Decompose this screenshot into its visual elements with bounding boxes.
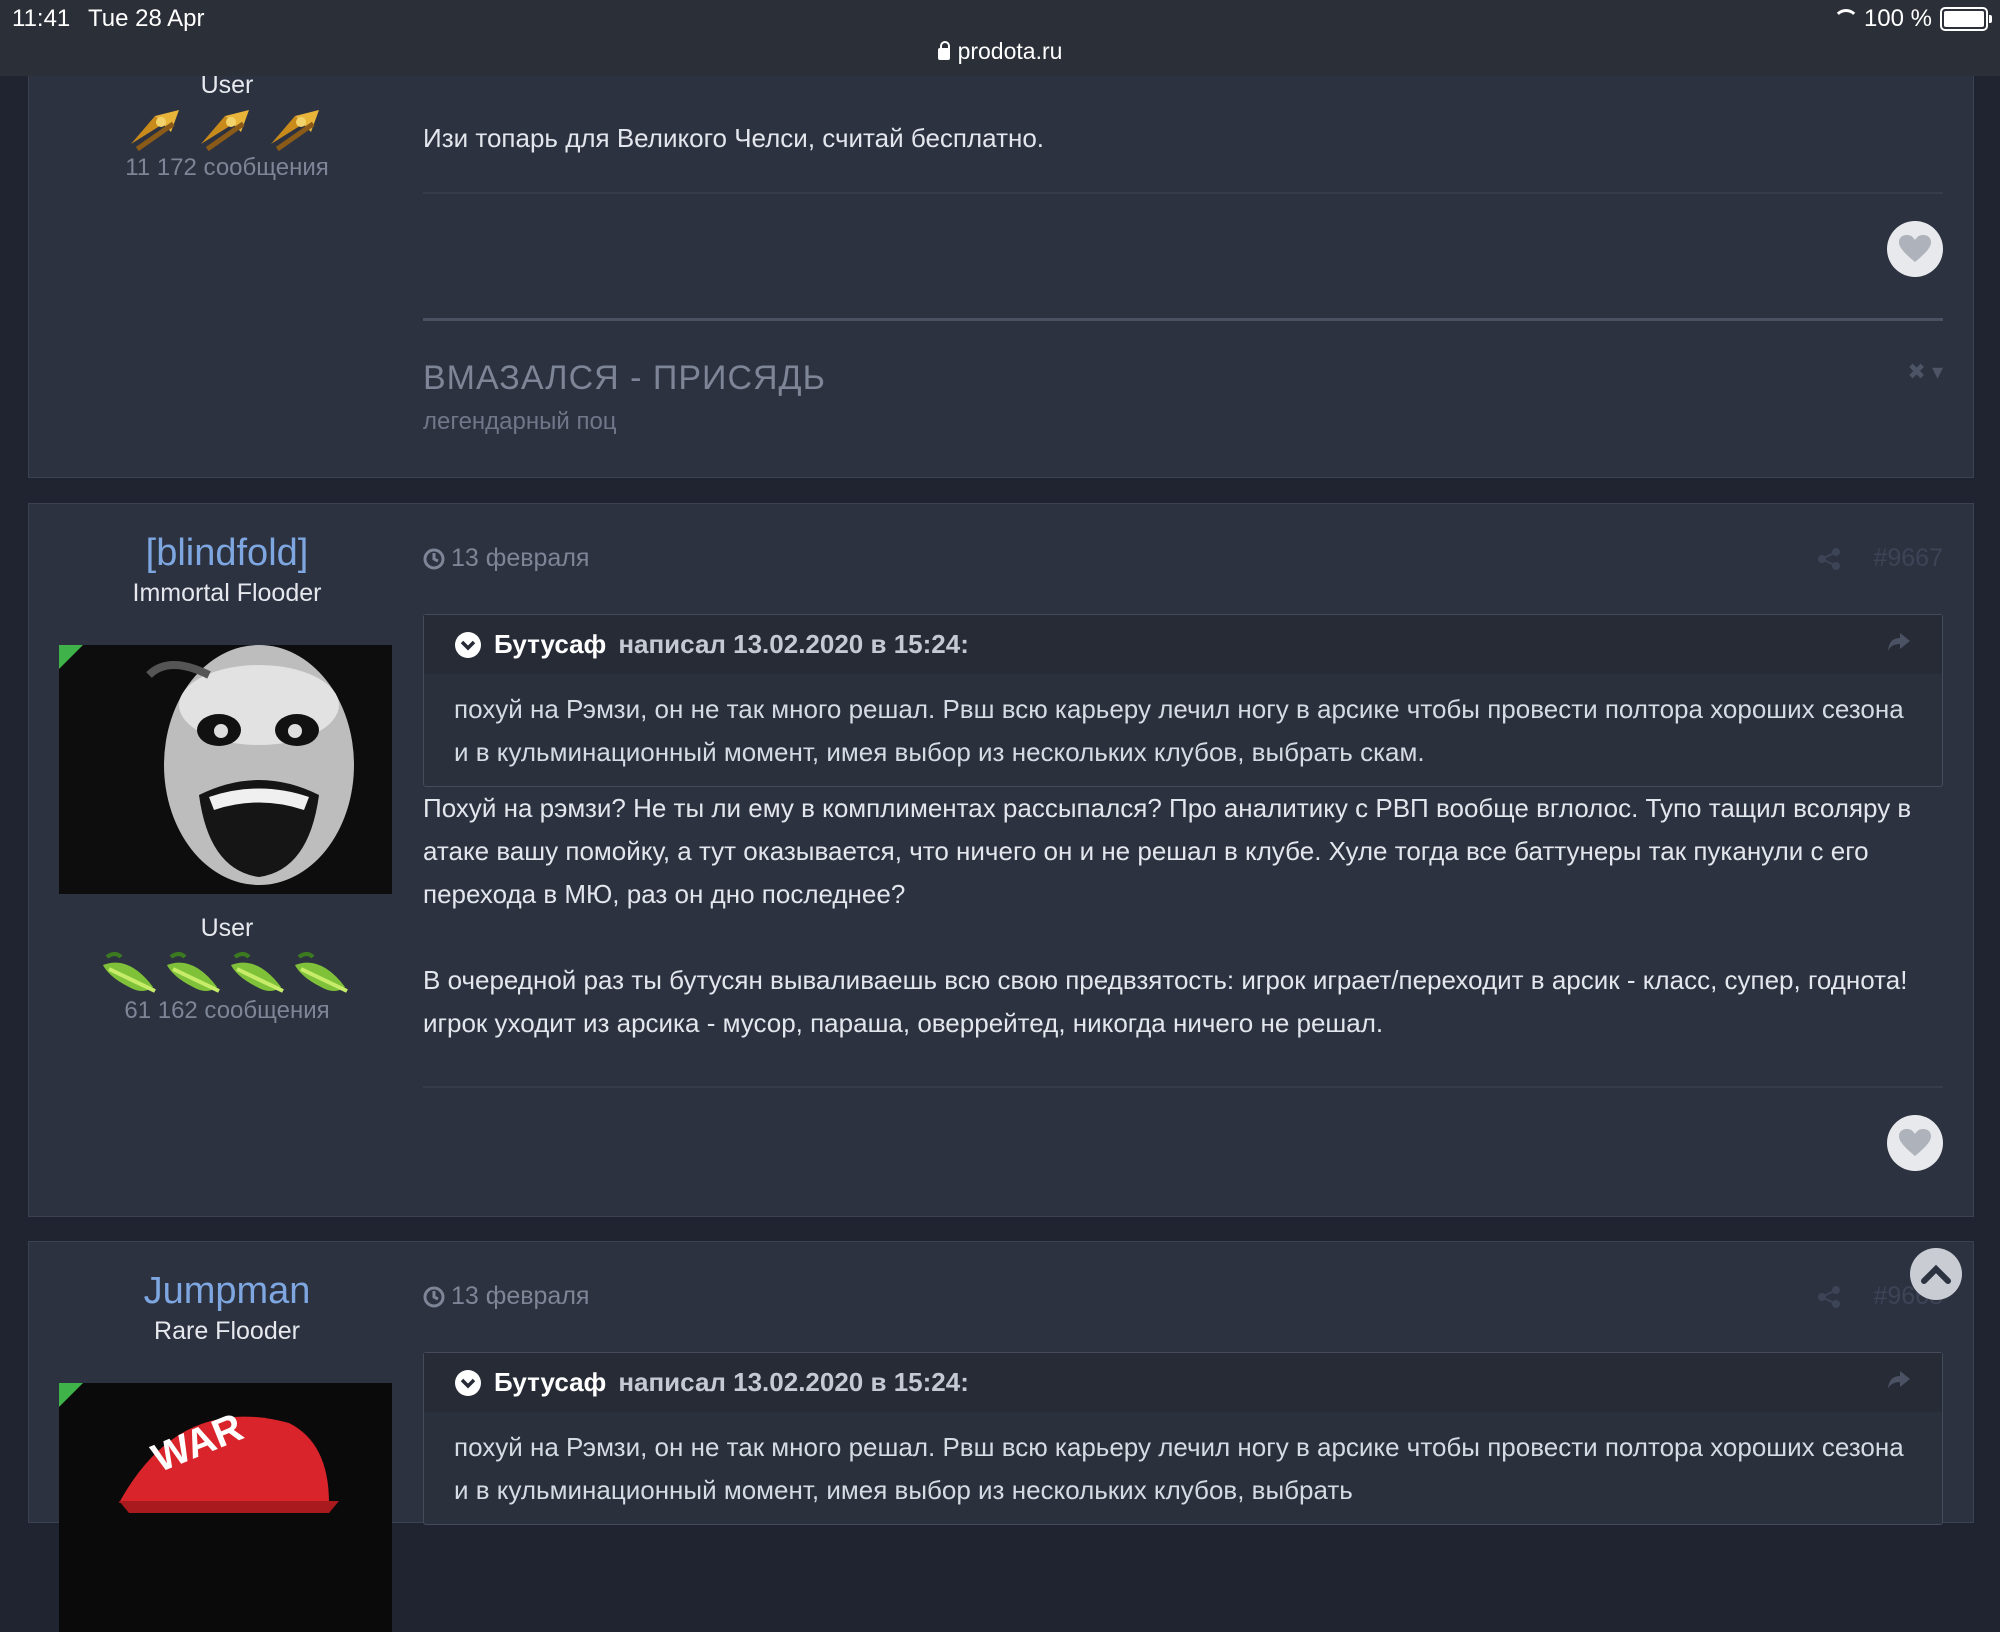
author-title: Immortal Flooder: [132, 579, 322, 607]
avatar[interactable]: WAR: [59, 1383, 392, 1632]
wifi-icon: [1830, 9, 1859, 29]
post-date-text: 13 февраля: [451, 544, 590, 572]
post-date-text: 13 февраля: [451, 1282, 590, 1310]
signature-hide-control[interactable]: ✖ ▾: [1907, 359, 1943, 385]
post-date[interactable]: 13 февраля: [423, 1282, 589, 1311]
post-text: Изи топарь для Великого Челси, считай бе…: [423, 123, 1045, 153]
heart-icon: [1899, 1129, 1931, 1156]
like-button[interactable]: [1887, 221, 1943, 277]
signature-divider: [423, 318, 1943, 321]
like-button[interactable]: [1887, 1115, 1943, 1171]
post-paragraph: Похуй на рэмзи? Не ты ли ему в комплимен…: [423, 793, 1912, 909]
address-bar[interactable]: prodota.ru: [0, 38, 2000, 65]
leaf-badge-icon: [231, 952, 284, 993]
post-paragraph: В очередной раз ты бутусян вываливаешь в…: [423, 965, 1908, 1038]
signature: ВМАЗАЛСЯ - ПРИСЯДЬ легендарный поц: [423, 359, 826, 436]
author-name-link[interactable]: Jumpman: [29, 1270, 425, 1313]
author-name-link[interactable]: [blindfold]: [29, 532, 425, 575]
author-role: User: [200, 914, 254, 942]
heart-icon: [1899, 235, 1931, 262]
clock-icon: [423, 548, 445, 569]
author-panel: [blindfold] Immortal Flooder: [29, 532, 425, 608]
axe-badge-icon: [201, 110, 249, 152]
post-9668: Jumpman Rare Flooder WAR 13 февраля #966…: [28, 1241, 1974, 1632]
avatar[interactable]: [59, 645, 392, 894]
reply-arrow-icon[interactable]: [1886, 1369, 1912, 1391]
author-panel: User 11 172 сообщения: [29, 71, 425, 182]
share-icon[interactable]: [1817, 1285, 1841, 1309]
rank-badges: [29, 104, 425, 154]
leaf-badge-icon: [167, 952, 220, 993]
lock-icon: [937, 41, 950, 60]
status-right: 100 %: [1830, 5, 1992, 33]
leaf-badge-icon: [103, 952, 156, 993]
reply-arrow-icon[interactable]: [1886, 631, 1912, 653]
post-divider: [423, 1086, 1943, 1088]
battery-percent: 100 %: [1863, 5, 1932, 32]
author-title: Rare Flooder: [154, 1317, 300, 1345]
leaf-badge-icon: [295, 952, 348, 993]
quote-text: похуй на Рэмзи, он не так много решал. Р…: [454, 1432, 1904, 1505]
chevron-down-circle-icon[interactable]: [454, 1369, 482, 1397]
axe-badge-icon: [131, 110, 179, 152]
quote-wrote: написал 13.02.2020 в 15:24:: [618, 1367, 969, 1397]
quote-header: Бутусаф написал 13.02.2020 в 15:24:: [424, 1353, 1942, 1412]
signature-title: ВМАЗАЛСЯ - ПРИСЯДЬ: [423, 359, 826, 397]
author-post-count: 61 162 сообщения: [124, 997, 330, 1024]
author-stats: User 61 162 сообщения: [29, 914, 425, 1025]
signature-subtitle: легендарный поц: [423, 408, 617, 435]
share-icon[interactable]: [1817, 547, 1841, 571]
clock-icon: [423, 1286, 445, 1307]
author-post-count: 11 172 сообщения: [125, 154, 329, 181]
joker-avatar-image: [59, 645, 392, 894]
post-divider: [423, 192, 1943, 194]
scroll-to-top-button[interactable]: [1910, 1248, 1962, 1300]
url-text: prodota.ru: [957, 38, 1063, 64]
post-content: Бутусаф написал 13.02.2020 в 15:24: поху…: [423, 614, 1943, 1045]
chevron-down-circle-icon[interactable]: [454, 631, 482, 659]
quote-block: Бутусаф написал 13.02.2020 в 15:24: поху…: [423, 614, 1943, 787]
post-content: Бутусаф написал 13.02.2020 в 15:24: поху…: [423, 1352, 1943, 1525]
axe-badge-icon: [271, 110, 319, 152]
online-indicator: [59, 1383, 83, 1407]
post-meta-right: #9667: [1817, 544, 1943, 573]
post-content: Изи топарь для Великого Челси, считай бе…: [423, 117, 1943, 160]
quote-header: Бутусаф написал 13.02.2020 в 15:24:: [424, 615, 1942, 674]
ios-status-bar: 11:41 Tue 28 Apr prodota.ru 100 %: [0, 0, 2000, 76]
quote-text: похуй на Рэмзи, он не так много решал. Р…: [454, 694, 1904, 767]
post-previous: User 11 172 сообщения Изи топарь для Вел…: [28, 60, 1974, 478]
battery-icon: [1940, 7, 1992, 31]
quote-block: Бутусаф написал 13.02.2020 в 15:24: поху…: [423, 1352, 1943, 1525]
quote-wrote: написал 13.02.2020 в 15:24:: [618, 629, 969, 659]
quote-author[interactable]: Бутусаф: [494, 629, 606, 660]
status-date: Tue 28 Apr: [88, 5, 205, 32]
online-indicator: [59, 645, 83, 669]
post-9667: [blindfold] Immortal Flooder User 61 162…: [28, 503, 1974, 1217]
status-time: 11:41: [12, 5, 71, 32]
rank-badges: [29, 947, 425, 997]
post-date[interactable]: 13 февраля: [423, 544, 589, 573]
chevron-up-icon: [1921, 1264, 1951, 1284]
quote-author[interactable]: Бутусаф: [494, 1367, 606, 1398]
author-panel: Jumpman Rare Flooder: [29, 1270, 425, 1346]
post-number-link[interactable]: #9667: [1873, 544, 1943, 573]
